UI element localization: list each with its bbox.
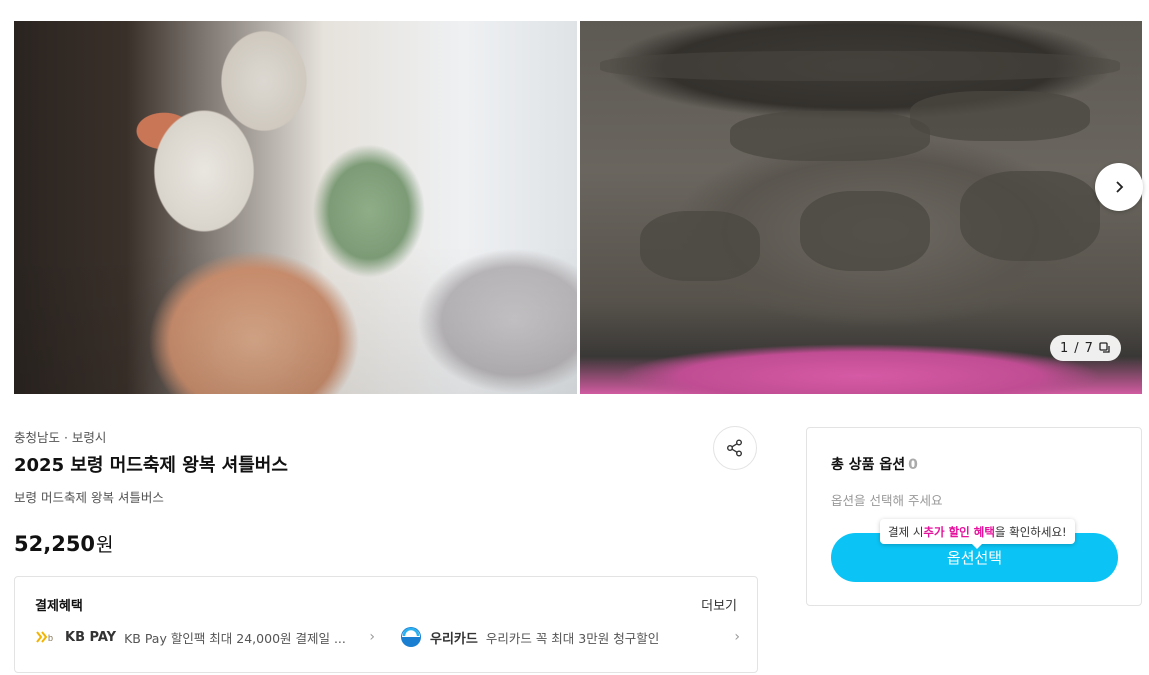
kbpay-logo-icon: b bbox=[36, 631, 53, 643]
mud-crowd bbox=[600, 51, 1120, 81]
share-icon bbox=[727, 439, 742, 457]
chevron-right-icon: › bbox=[369, 629, 375, 645]
price-value: 52,250 bbox=[14, 532, 96, 556]
benefit-description: 우리카드 꼭 최대 3만원 청구할인 bbox=[485, 630, 660, 646]
chevron-right-icon bbox=[1116, 181, 1124, 193]
discount-tooltip: 결제 시 추가 할인 혜택 을 확인하세요! bbox=[880, 519, 1075, 549]
product-region: 충청남도 · 보령시 bbox=[14, 430, 107, 445]
tooltip-prefix: 결제 시 bbox=[888, 524, 924, 539]
tooltip-suffix: 을 확인하세요! bbox=[994, 524, 1067, 539]
benefit-brand: 우리카드 bbox=[430, 631, 478, 647]
gallery-icon bbox=[1099, 342, 1110, 353]
product-title: 2025 보령 머드축제 왕복 셔틀버스 bbox=[14, 455, 288, 476]
option-total-label: 총 상품 옵션 bbox=[831, 457, 906, 473]
share-button[interactable] bbox=[713, 426, 757, 470]
mud-figure bbox=[910, 91, 1090, 141]
benefit-description: KB Pay 할인팩 최대 24,000원 결제일 ... bbox=[124, 630, 346, 646]
woori-card-logo-icon bbox=[401, 627, 421, 647]
benefit-brand: KB PAY bbox=[65, 629, 117, 645]
mud-figure bbox=[960, 171, 1100, 261]
mud-figure bbox=[800, 191, 930, 271]
svg-text:b: b bbox=[48, 633, 53, 643]
mud-figure bbox=[640, 211, 760, 281]
option-hint: 옵션을 선택해 주세요 bbox=[831, 493, 943, 508]
option-count: 0 bbox=[908, 457, 918, 473]
photo-gallery bbox=[14, 21, 1142, 394]
chevron-right-icon: › bbox=[734, 629, 740, 645]
photo-shade bbox=[14, 21, 577, 394]
counter-total: 7 bbox=[1084, 340, 1093, 356]
option-total-title: 총 상품 옵션 0 bbox=[831, 454, 918, 474]
counter-separator: / bbox=[1074, 340, 1079, 356]
mud-figure bbox=[730, 111, 930, 161]
benefits-title: 결제혜택 bbox=[35, 599, 83, 614]
product-price: 52,250원 bbox=[14, 530, 114, 557]
tooltip-highlight: 추가 할인 혜택 bbox=[923, 524, 995, 539]
gallery-next-button[interactable] bbox=[1095, 163, 1143, 211]
counter-current: 1 bbox=[1060, 340, 1069, 356]
benefits-more-link[interactable]: 더보기 bbox=[701, 595, 737, 614]
option-panel: 총 상품 옵션 0 옵션을 선택해 주세요 결제 시 추가 할인 혜택 을 확인하… bbox=[806, 427, 1142, 606]
payment-benefits-box: 결제혜택 더보기 b KB PAY KB Pay 할인팩 최대 24,000원 … bbox=[14, 576, 758, 673]
benefit-item-woori[interactable]: 우리카드 우리카드 꼭 최대 3만원 청구할인 › bbox=[400, 627, 740, 647]
product-subtitle: 보령 머드축제 왕복 셔틀버스 bbox=[14, 490, 164, 505]
gallery-photo-face-paint[interactable] bbox=[14, 21, 577, 394]
benefit-item-kbpay[interactable]: b KB PAY KB Pay 할인팩 최대 24,000원 결제일 ... › bbox=[35, 627, 375, 647]
gallery-counter[interactable]: 1 / 7 bbox=[1050, 335, 1121, 361]
price-currency: 원 bbox=[96, 534, 114, 556]
